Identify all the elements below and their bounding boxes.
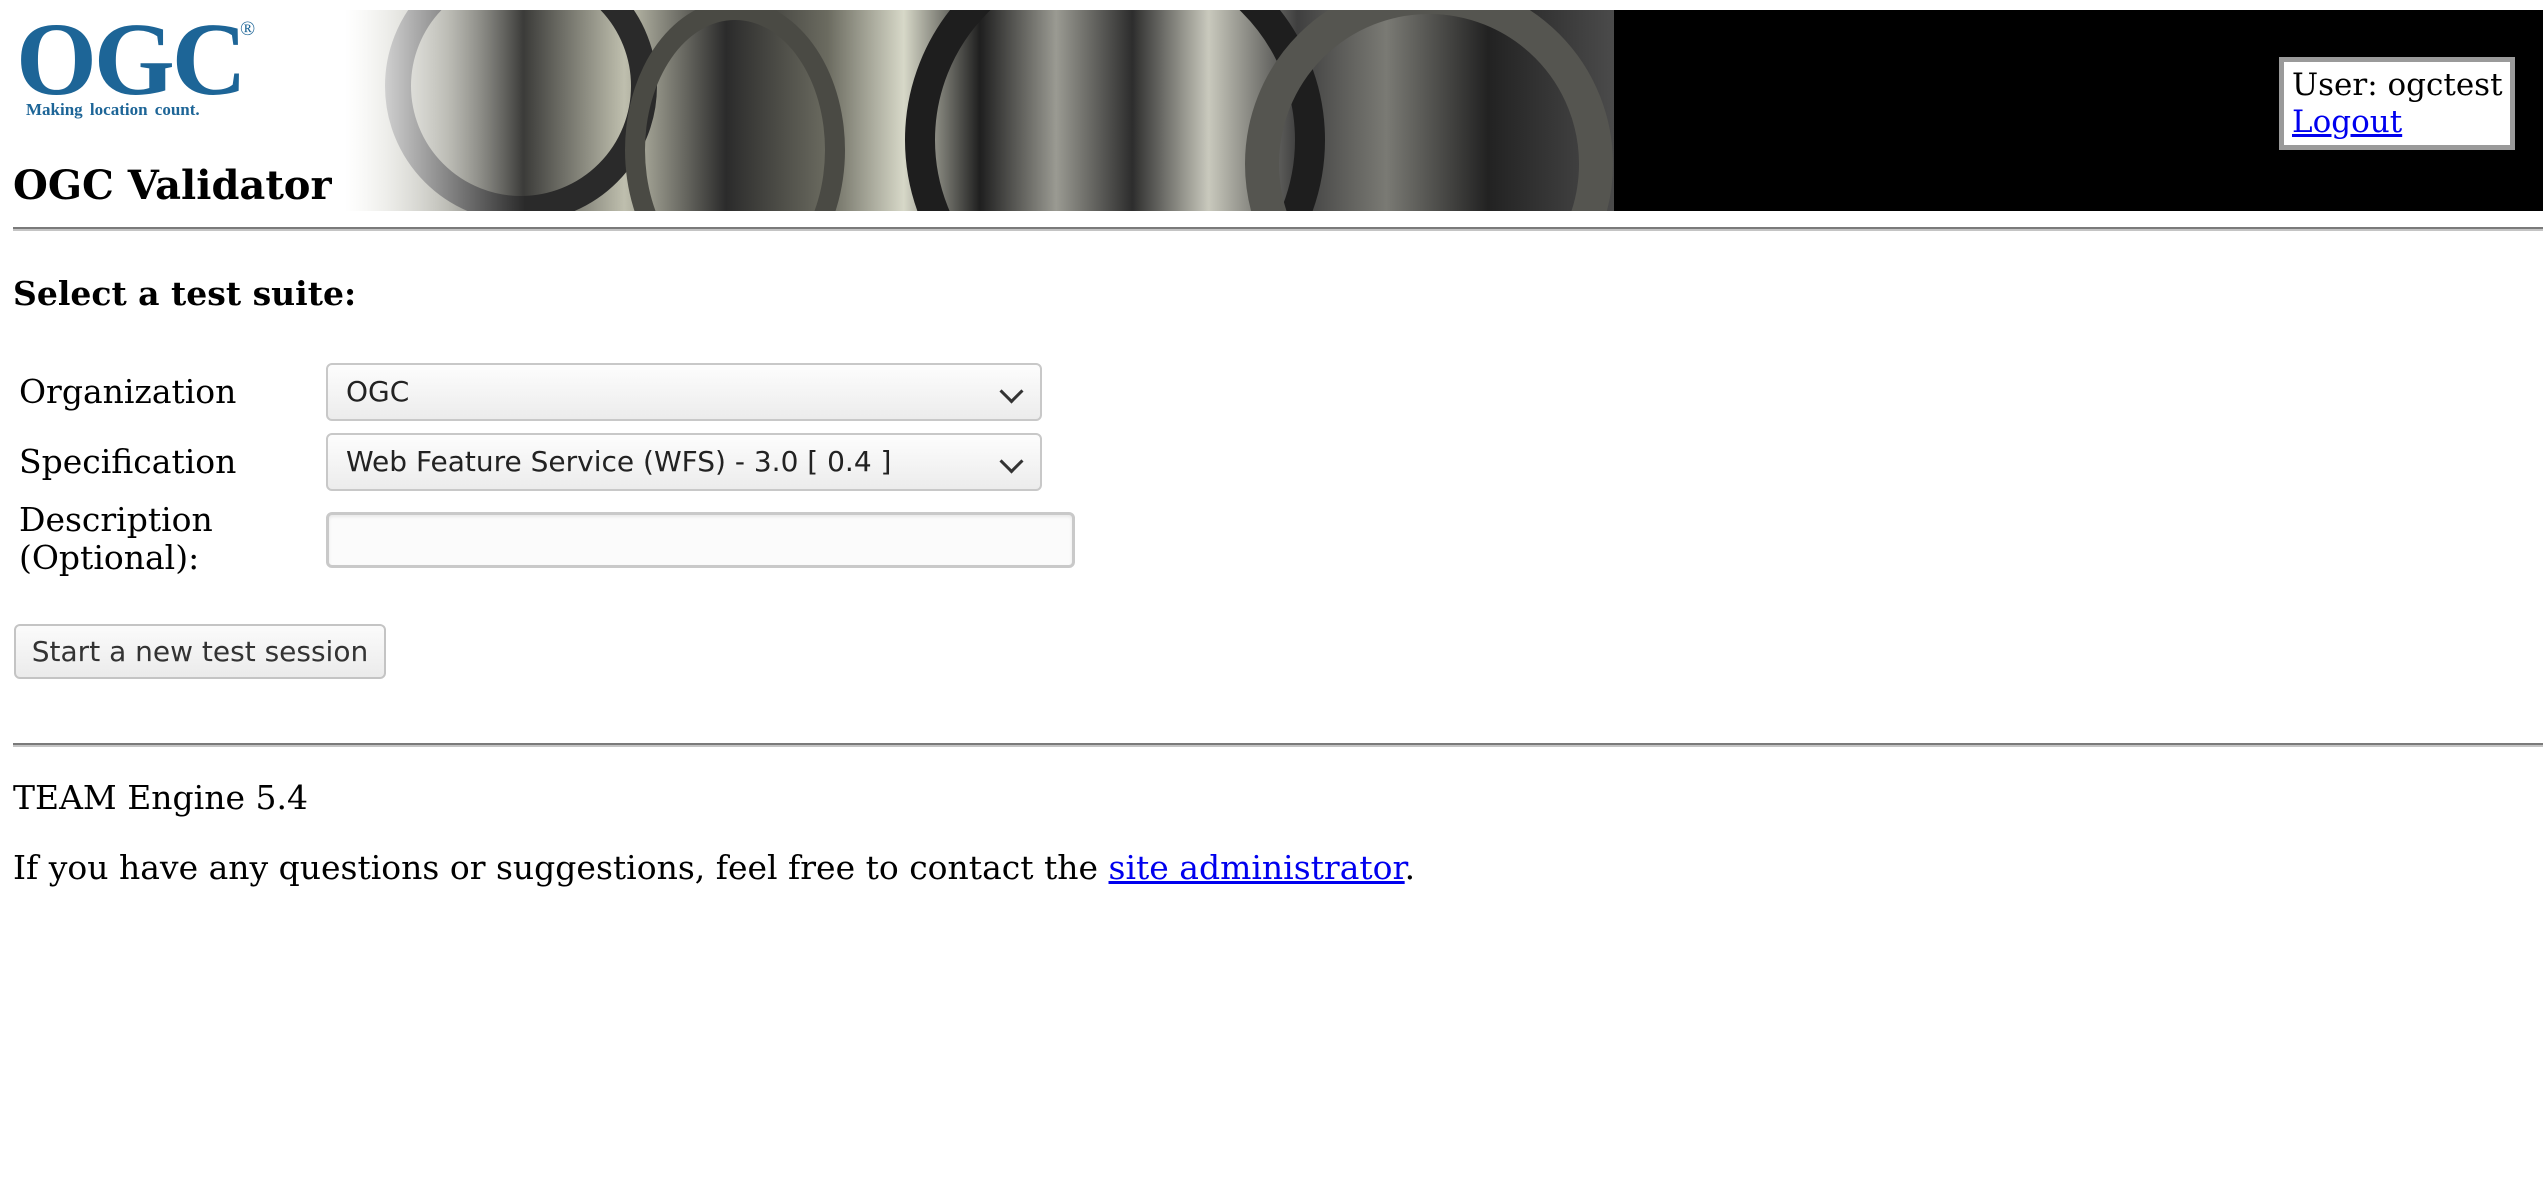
ogc-logo: OGC ® Making location count. [16, 2, 266, 130]
banner-image [345, 10, 1615, 211]
contact-prefix: If you have any questions or suggestions… [13, 848, 1109, 887]
specification-label: Specification [19, 442, 237, 481]
organization-select[interactable]: OGC [326, 363, 1042, 421]
logo-text: OGC [16, 2, 247, 117]
description-input[interactable] [326, 512, 1075, 568]
user-box: User: ogctest Logout [2279, 57, 2515, 150]
banner-wheel-shape [1245, 10, 1613, 211]
description-label: Description (Optional): [19, 501, 213, 577]
logo-registered-mark: ® [240, 18, 256, 40]
user-label: User: ogctest [2292, 67, 2503, 103]
page-title: OGC Validator [13, 162, 332, 209]
description-label-line2: (Optional): [19, 538, 200, 577]
organization-select-value: OGC [346, 375, 410, 408]
banner-fade [345, 10, 525, 211]
description-label-line1: Description [19, 500, 213, 539]
chevron-down-icon [999, 379, 1024, 404]
banner-wheel-shape [625, 10, 845, 211]
site-administrator-link[interactable]: site administrator [1109, 848, 1405, 887]
engine-version: TEAM Engine 5.4 [13, 778, 308, 817]
chevron-down-icon [999, 449, 1024, 474]
logout-link[interactable]: Logout [2292, 104, 2402, 140]
logo-tagline: Making location count. [26, 100, 200, 119]
specification-select[interactable]: Web Feature Service (WFS) - 3.0 [ 0.4 ] [326, 433, 1042, 491]
header-divider [13, 227, 2543, 231]
organization-label: Organization [19, 372, 237, 411]
page-header: OGC ® Making location count. OGC Validat… [0, 2, 2543, 211]
start-session-button[interactable]: Start a new test session [14, 624, 386, 679]
section-heading: Select a test suite: [13, 274, 357, 313]
specification-select-value: Web Feature Service (WFS) - 3.0 [ 0.4 ] [346, 445, 892, 478]
footer-divider [13, 743, 2543, 747]
contact-text: If you have any questions or suggestions… [13, 848, 1415, 888]
contact-suffix: . [1404, 848, 1416, 887]
